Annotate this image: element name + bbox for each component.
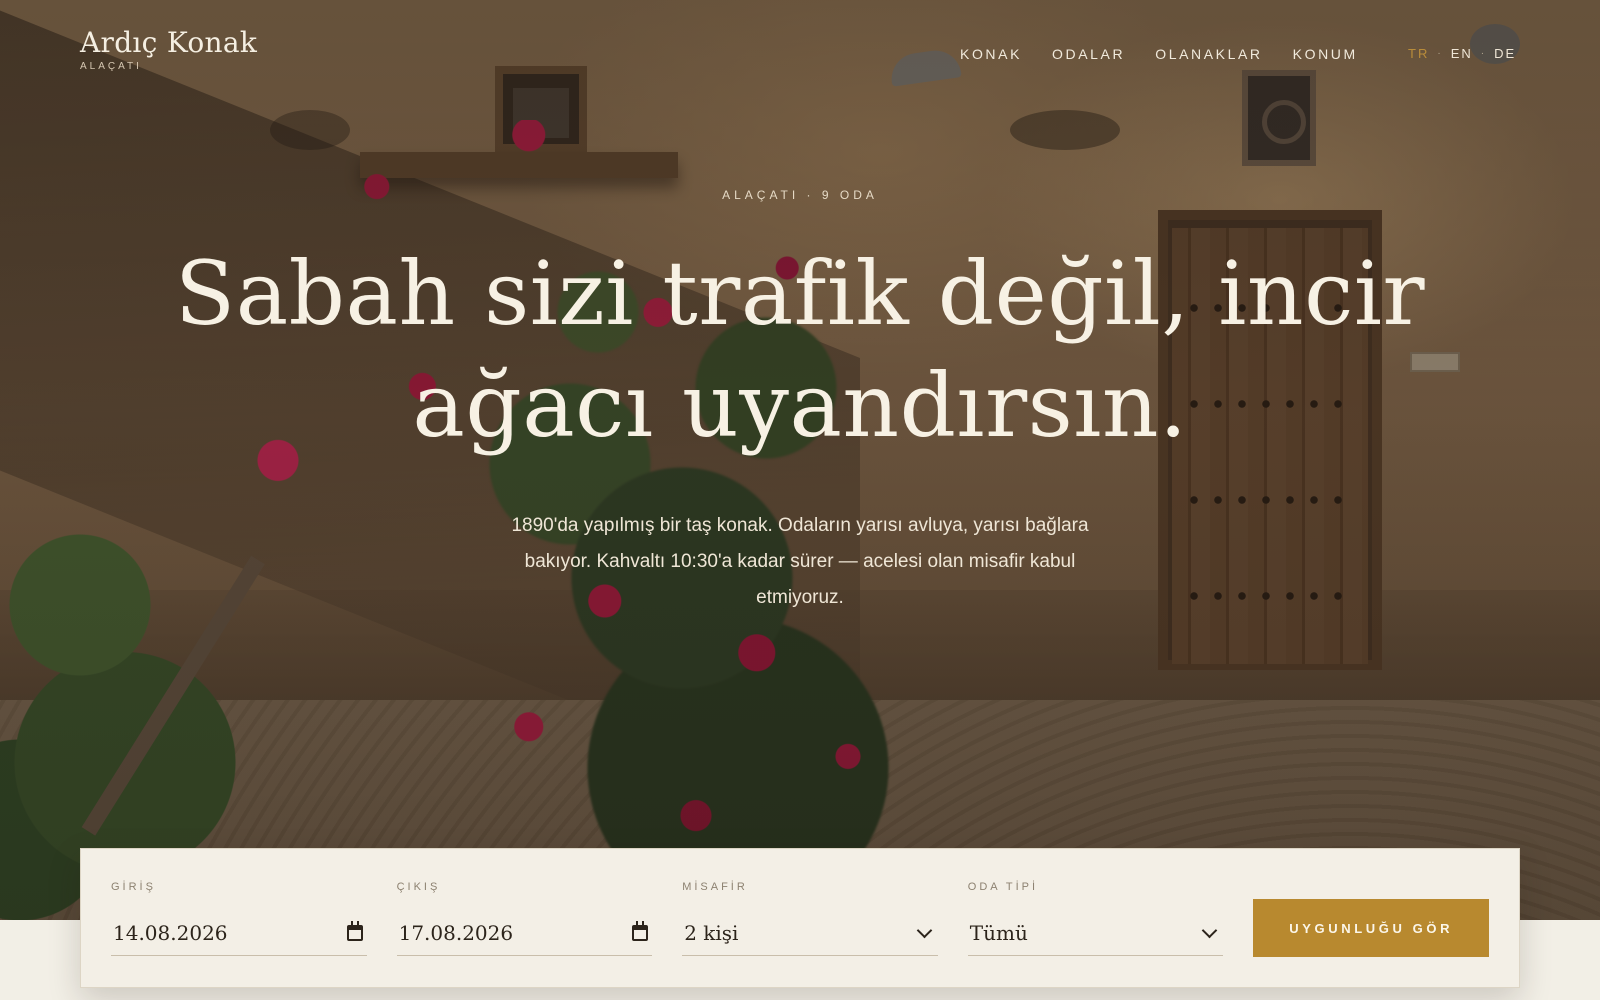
hero-eyebrow: ALAÇATI · 9 ODA [722, 188, 878, 202]
language-en[interactable]: EN [1451, 46, 1473, 61]
checkout-field: ÇIKIŞ 17.08.2026 [396, 881, 653, 956]
brand-location: ALAÇATI [80, 61, 142, 72]
check-availability-button[interactable]: UYGUNLUĞU GÖR [1253, 899, 1490, 957]
calendar-icon[interactable] [346, 921, 363, 941]
nav-link-konum[interactable]: KONUM [1293, 46, 1358, 62]
chevron-down-icon [916, 922, 933, 938]
checkout-value: 17.08.2026 [398, 921, 514, 945]
checkin-value: 14.08.2026 [113, 921, 228, 945]
room-type-select[interactable]: Tümü [967, 911, 1224, 956]
calendar-icon[interactable] [632, 921, 649, 941]
checkin-field: GİRİŞ 14.08.2026 [111, 881, 367, 956]
checkin-date-input[interactable]: 14.08.2026 [111, 911, 367, 956]
room-type-label: ODA TİPİ [967, 881, 1039, 893]
brand-logo[interactable]: Ardıç Konak ALAÇATI [80, 26, 257, 72]
nav-link-olanaklar[interactable]: OLANAKLAR [1155, 46, 1262, 62]
guests-select[interactable]: 2 kişi [682, 911, 938, 956]
language-switcher: TR · EN · DE [1408, 46, 1516, 61]
brand-name: Ardıç Konak [80, 26, 258, 59]
guests-label: MİSAFİR [682, 881, 748, 893]
hero-headline: Sabah sizi trafik değil, incir ağacı uya… [130, 238, 1470, 462]
booking-bar: GİRİŞ 14.08.2026 ÇIKIŞ 17.08.2026 MİSAFİ… [80, 848, 1520, 988]
main-nav: KONAK ODALAR OLANAKLAR KONUM [960, 46, 1358, 62]
room-type-value: Tümü [969, 921, 1028, 945]
chevron-down-icon [1202, 922, 1218, 938]
checkin-label: GİRİŞ [111, 881, 156, 893]
nav-link-konak[interactable]: KONAK [960, 46, 1022, 62]
language-separator: · [1437, 48, 1443, 59]
hero-description: 1890'da yapılmış bir taş konak. Odaların… [511, 515, 1089, 608]
guests-field: MİSAFİR 2 kişi [682, 881, 938, 956]
hero-headline-line2: ağacı uyandırsın. [412, 354, 1188, 457]
checkout-date-input[interactable]: 17.08.2026 [396, 911, 653, 956]
language-tr[interactable]: TR [1408, 46, 1429, 61]
nav-link-odalar[interactable]: ODALAR [1052, 46, 1125, 62]
language-de[interactable]: DE [1494, 46, 1516, 61]
hero-headline-line1: Sabah sizi trafik değil, incir [174, 242, 1426, 345]
room-type-field: ODA TİPİ Tümü [967, 881, 1224, 956]
guests-value: 2 kişi [684, 921, 739, 945]
checkout-label: ÇIKIŞ [396, 881, 441, 893]
language-separator: · [1480, 48, 1487, 59]
